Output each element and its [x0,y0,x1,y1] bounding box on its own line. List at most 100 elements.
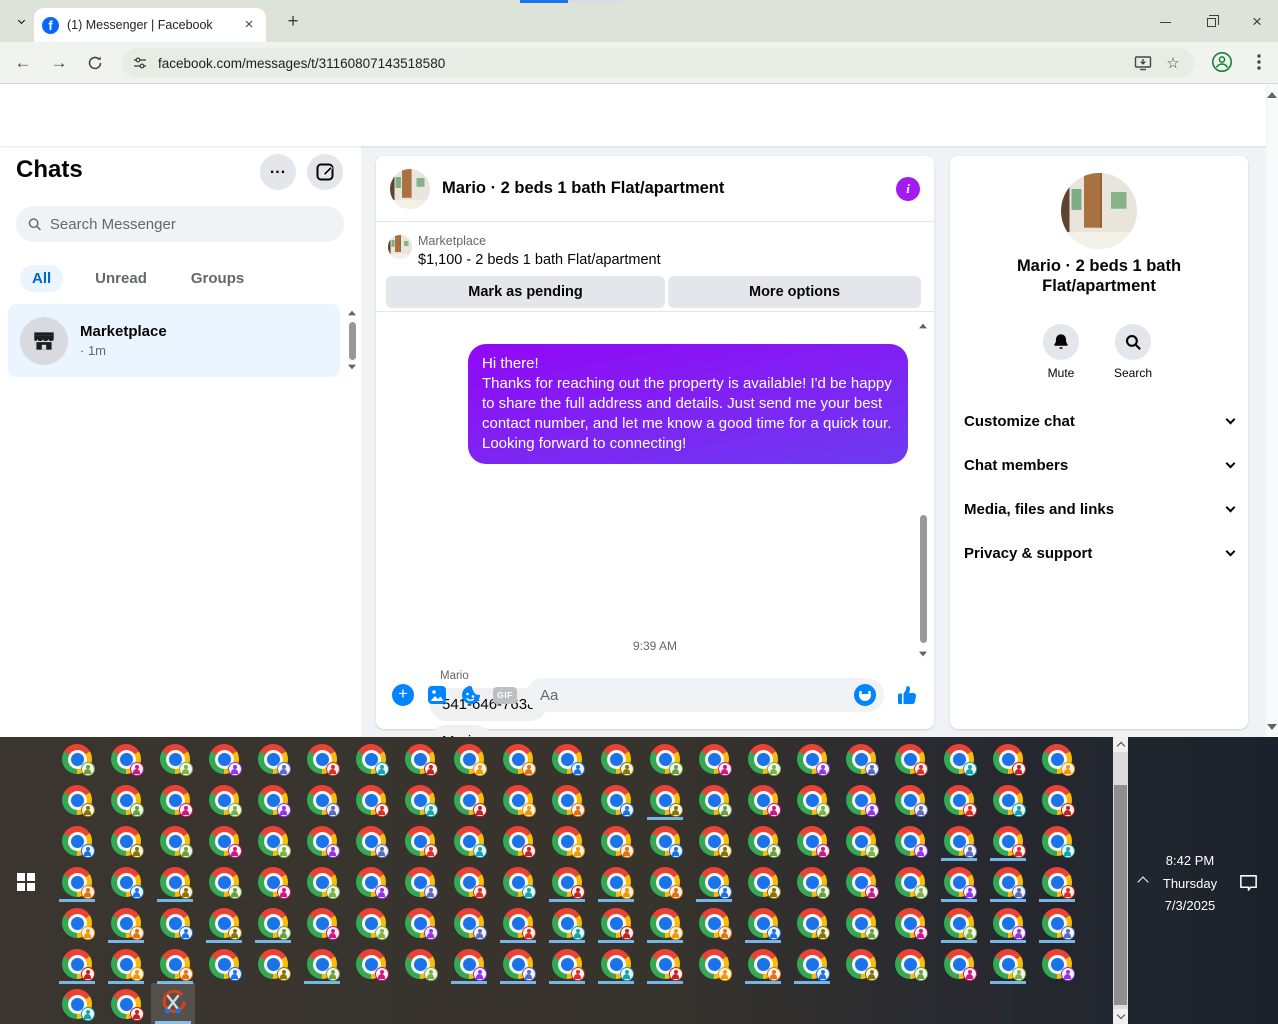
chrome-taskbar-icon[interactable] [405,785,438,817]
chrome-taskbar-icon[interactable] [895,867,928,899]
chrome-taskbar-icon[interactable] [1042,867,1075,899]
chrome-taskbar-icon[interactable] [650,744,683,776]
chrome-taskbar-icon[interactable] [160,949,193,981]
chrome-taskbar-icon[interactable] [258,744,291,776]
scrollbar-thumb[interactable] [349,322,356,360]
chrome-taskbar-icon[interactable] [993,785,1026,817]
chrome-taskbar-icon[interactable] [307,867,340,899]
chrome-taskbar-icon[interactable] [111,908,144,940]
chrome-taskbar-icon[interactable] [748,785,781,817]
chrome-taskbar-icon[interactable] [699,949,732,981]
scroll-down-arrow[interactable] [1267,724,1277,730]
chrome-taskbar-icon[interactable] [944,826,977,858]
chrome-taskbar-icon[interactable] [356,785,389,817]
chrome-taskbar-icon[interactable] [503,744,536,776]
chrome-taskbar-icon[interactable] [209,826,242,858]
chrome-taskbar-icon[interactable] [62,826,95,858]
chrome-taskbar-icon[interactable] [552,867,585,899]
chrome-taskbar-icon[interactable] [503,785,536,817]
compose-button[interactable] [307,154,343,190]
scrollbar-thumb[interactable] [920,515,927,643]
browser-tab[interactable]: f (1) Messenger | Facebook × [34,8,266,42]
new-tab-button[interactable]: + [281,11,305,33]
chrome-taskbar-icon[interactable] [650,785,683,817]
chrome-taskbar-icon[interactable] [307,826,340,858]
browser-menu-button[interactable] [1246,49,1272,75]
chrome-taskbar-icon[interactable] [62,785,95,817]
address-bar[interactable]: facebook.com/messages/t/3116080714351858… [122,48,1194,78]
mute-action[interactable]: Mute [1025,324,1097,380]
chrome-taskbar-icon[interactable] [160,908,193,940]
chrome-taskbar-icon[interactable] [944,949,977,981]
chrome-taskbar-icon[interactable] [307,949,340,981]
chrome-taskbar-icon[interactable] [993,826,1026,858]
url-text[interactable]: facebook.com/messages/t/3116080714351858… [158,56,1124,71]
chrome-taskbar-icon[interactable] [160,744,193,776]
conversation-item-marketplace[interactable]: Marketplace · 1m [8,304,340,377]
message-input[interactable] [526,678,884,712]
mute-button[interactable] [1043,324,1079,360]
chrome-taskbar-icon[interactable] [650,908,683,940]
window-close-button[interactable]: × [1242,12,1272,31]
details-avatar[interactable] [1061,173,1137,249]
action-center-button[interactable] [1236,870,1260,894]
chrome-taskbar-icon[interactable] [111,989,144,1021]
chrome-taskbar-icon[interactable] [1042,908,1075,940]
chat-list-scrollbar[interactable] [345,306,359,378]
chrome-taskbar-icon[interactable] [1042,785,1075,817]
chrome-taskbar-icon[interactable] [601,949,634,981]
chrome-taskbar-icon[interactable] [993,867,1026,899]
chrome-taskbar-icon[interactable] [650,867,683,899]
chrome-taskbar-icon[interactable] [503,826,536,858]
chrome-taskbar-icon[interactable] [846,744,879,776]
chrome-taskbar-icon[interactable] [160,867,193,899]
chrome-taskbar-icon[interactable] [1042,826,1075,858]
chrome-taskbar-icon[interactable] [797,826,830,858]
chrome-taskbar-icon[interactable] [62,949,95,981]
chrome-taskbar-icon[interactable] [895,744,928,776]
chrome-taskbar-icon[interactable] [111,744,144,776]
chats-menu-button[interactable]: ... [260,154,296,190]
chrome-taskbar-icon[interactable] [552,908,585,940]
chrome-taskbar-icon[interactable] [209,949,242,981]
chrome-taskbar-icon[interactable] [454,785,487,817]
chrome-taskbar-icon[interactable] [846,867,879,899]
chrome-taskbar-icon[interactable] [62,744,95,776]
back-button[interactable]: ← [10,50,36,76]
chrome-taskbar-icon[interactable] [993,949,1026,981]
chrome-taskbar-icon[interactable] [895,908,928,940]
chrome-taskbar-icon[interactable] [405,949,438,981]
chrome-taskbar-icon[interactable] [993,908,1026,940]
chrome-taskbar-icon[interactable] [454,867,487,899]
chrome-taskbar-icon[interactable] [356,908,389,940]
chrome-taskbar-icon[interactable] [454,826,487,858]
scroll-up-arrow[interactable] [1113,737,1128,752]
chrome-taskbar-icon[interactable] [699,908,732,940]
chrome-taskbar-icon[interactable] [552,744,585,776]
snipping-tool-button[interactable] [151,983,195,1024]
chrome-taskbar-icon[interactable] [160,785,193,817]
chrome-taskbar-icon[interactable] [650,826,683,858]
chat-scrollbar[interactable] [917,323,929,659]
chrome-taskbar-icon[interactable] [405,908,438,940]
chrome-taskbar-icon[interactable] [699,744,732,776]
scroll-down-arrow[interactable] [919,651,927,657]
conversation-search-button[interactable] [1115,324,1151,360]
chrome-taskbar-icon[interactable] [797,744,830,776]
chrome-taskbar-icon[interactable] [748,744,781,776]
chrome-taskbar-icon[interactable] [944,785,977,817]
chrome-taskbar-icon[interactable] [797,949,830,981]
chrome-taskbar-icon[interactable] [503,949,536,981]
section-privacy-support[interactable]: Privacy & support [950,531,1248,575]
chrome-taskbar-icon[interactable] [944,908,977,940]
chrome-taskbar-icon[interactable] [797,867,830,899]
chrome-taskbar-icon[interactable] [1042,949,1075,981]
chrome-taskbar-icon[interactable] [650,949,683,981]
chrome-taskbar-icon[interactable] [895,785,928,817]
chrome-taskbar-icon[interactable] [846,908,879,940]
chrome-taskbar-icon[interactable] [601,785,634,817]
photo-button[interactable] [424,682,450,708]
message-text-input[interactable] [540,686,854,704]
search-action[interactable]: Search [1097,324,1169,380]
scrollbar-thumb[interactable] [1114,785,1127,1005]
